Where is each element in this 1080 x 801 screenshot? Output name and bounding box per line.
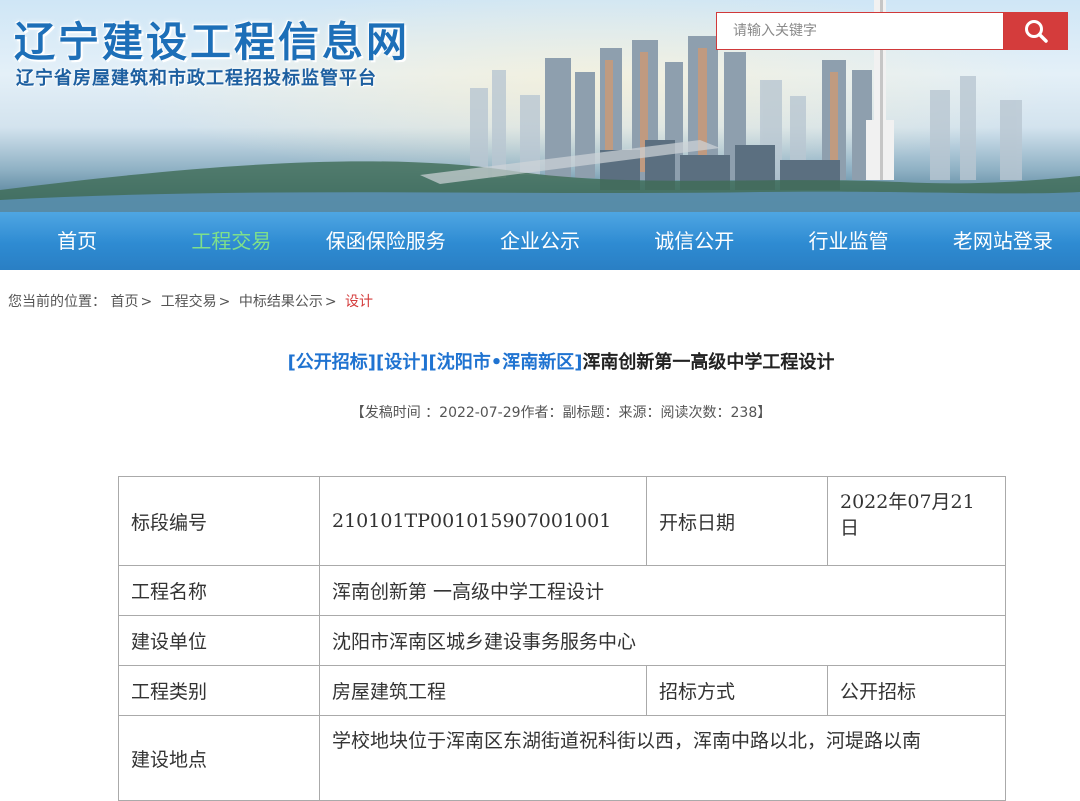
breadcrumb-link-award-notice[interactable]: 中标结果公示 [239,294,323,310]
nav-item-industry-supervision[interactable]: 行业监管 [771,212,925,270]
nav-item-credit-disclosure[interactable]: 诚信公开 [617,212,771,270]
table-row: 标段编号 210101TP001015907001001 开标日期 2022年0… [118,476,1006,566]
nav-item-project-trading[interactable]: 工程交易 [154,212,308,270]
breadcrumb-separator: > [140,294,153,310]
breadcrumb-separator: > [218,294,231,310]
article-meta: 【发稿时间 ：2022-07-29作者：副标题：来源：阅读次数：238】 [350,405,772,421]
nav-item-enterprise-notice[interactable]: 企业公示 [463,212,617,270]
breadcrumb-prefix: 您当前的位置： [8,294,106,310]
article-title-text: 浑南创新第一高级中学工程设计 [582,352,835,373]
site-subtitle: 辽宁省房屋建筑和市政工程招投标监管平台 [16,68,377,89]
search-button[interactable] [1004,12,1068,50]
search-input[interactable] [716,12,1004,50]
nav-item-guarantee-insurance[interactable]: 保函保险服务 [309,212,463,270]
builder-label: 建设单位 [118,615,320,666]
table-row: 建设地点 学校地块位于浑南区东湖街道祝科街以西，浑南中路以北，河堤路以南 [118,715,1006,801]
project-name-label: 工程名称 [118,565,320,616]
category-label: 工程类别 [118,665,320,716]
bid-method-label: 招标方式 [646,665,828,716]
article-title: [公开招标][设计][沈阳市•浑南新区]浑南创新第一高级中学工程设计 [0,348,1080,374]
table-row: 建设单位 沈阳市浑南区城乡建设事务服务中心 [118,615,1006,666]
breadcrumb-link-project-trading[interactable]: 工程交易 [161,294,217,310]
article-tag-bid-type[interactable]: [公开招标] [288,352,376,373]
search-icon [1025,20,1048,43]
main-nav: 首页 工程交易 保函保险服务 企业公示 诚信公开 行业监管 老网站登录 [0,212,1080,270]
breadcrumb-current: 设计 [345,294,374,310]
nav-item-home[interactable]: 首页 [0,212,154,270]
project-name-value: 浑南创新第 一高级中学工程设计 [319,565,1006,616]
header-banner: 辽宁建设工程信息网 辽宁省房屋建筑和市政工程招投标监管平台 [0,0,1080,212]
breadcrumb: 您当前的位置： 首页 > 工程交易 > 中标结果公示 > 设计 [8,291,373,311]
table-row: 工程类别 房屋建筑工程 招标方式 公开招标 [118,665,1006,716]
location-label: 建设地点 [118,715,320,801]
site-title: 辽宁建设工程信息网 [14,18,410,66]
open-date-label: 开标日期 [646,476,828,566]
section-no-label: 标段编号 [118,476,320,566]
bid-method-value: 公开招标 [827,665,1006,716]
nav-item-old-site-login[interactable]: 老网站登录 [926,212,1080,270]
breadcrumb-separator: > [324,294,337,310]
breadcrumb-link-home[interactable]: 首页 [110,294,138,310]
article-tag-category[interactable]: [设计] [376,352,428,373]
category-value: 房屋建筑工程 [319,665,647,716]
table-row: 工程名称 浑南创新第 一高级中学工程设计 [118,565,1006,616]
section-no-value: 210101TP001015907001001 [319,476,647,566]
open-date-value: 2022年07月21日 [827,476,1006,566]
project-info-table: 标段编号 210101TP001015907001001 开标日期 2022年0… [118,476,1006,801]
location-value: 学校地块位于浑南区东湖街道祝科街以西，浑南中路以北，河堤路以南 [319,715,1006,801]
article-tag-region[interactable]: [沈阳市•浑南新区] [428,352,582,373]
builder-value: 沈阳市浑南区城乡建设事务服务中心 [319,615,1006,666]
